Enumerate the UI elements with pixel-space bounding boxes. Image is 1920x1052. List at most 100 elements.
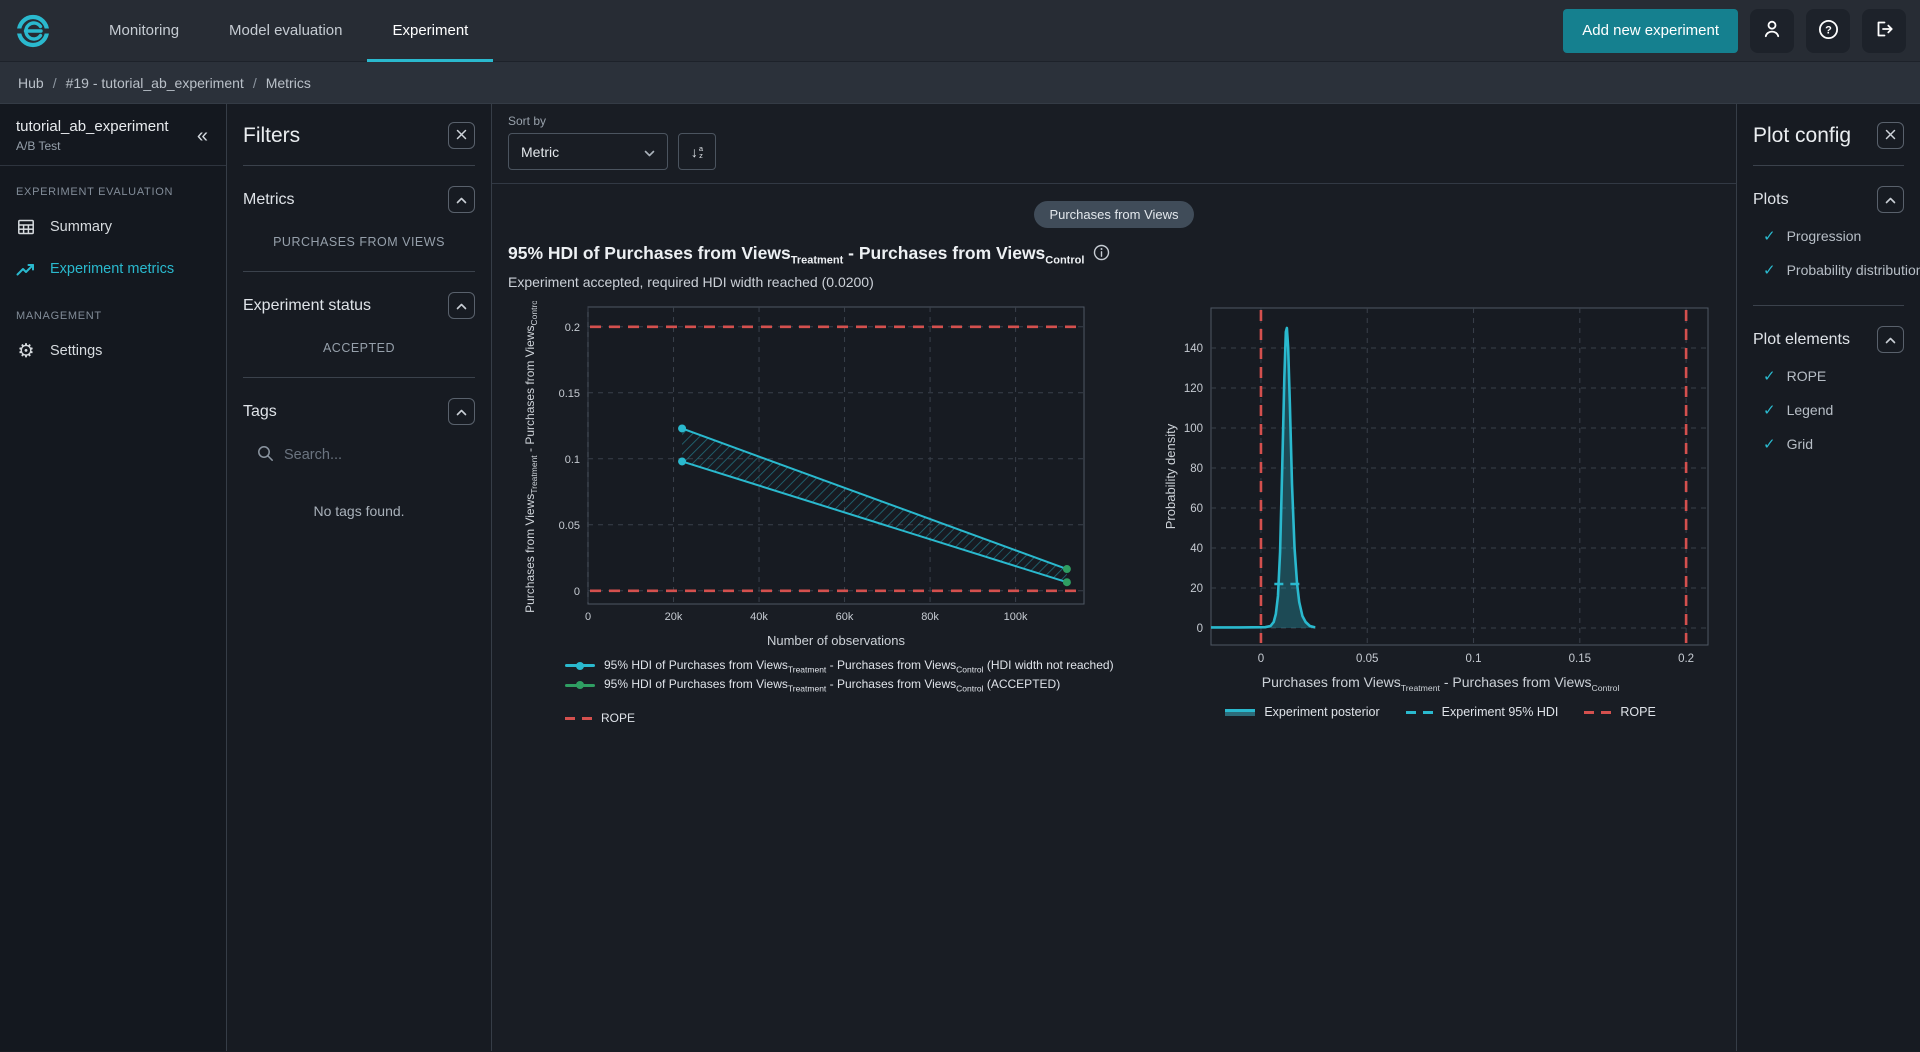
distribution-xlabel: Purchases from ViewsTreatment - Purchase… xyxy=(1161,674,1721,693)
tags-empty-state: No tags found. xyxy=(227,503,491,519)
plot-elements-section-header: Plot elements xyxy=(1753,331,1850,349)
svg-text:0.15: 0.15 xyxy=(559,387,580,399)
svg-text:140: 140 xyxy=(1183,343,1202,355)
metrics-main: Sort by Metric ↓ az Purchases from Views xyxy=(492,104,1736,1051)
chevron-up-icon xyxy=(456,192,467,207)
svg-text:0.2: 0.2 xyxy=(565,321,580,333)
toggle-legend[interactable]: ✓ Legend xyxy=(1737,395,1920,425)
svg-text:Probability density: Probability density xyxy=(1163,423,1178,529)
svg-text:20k: 20k xyxy=(665,611,683,623)
cyan-bar-swatch xyxy=(1225,709,1255,716)
nav-tab-model-evaluation[interactable]: Model evaluation xyxy=(204,0,367,62)
svg-text:0: 0 xyxy=(585,611,591,623)
svg-text:0.1: 0.1 xyxy=(1465,653,1481,663)
sidebar-item-summary[interactable]: Summary xyxy=(0,206,226,248)
user-account-button[interactable] xyxy=(1750,9,1794,53)
plot-config-close-button[interactable] xyxy=(1877,122,1904,149)
svg-text:100k: 100k xyxy=(1004,611,1028,623)
svg-text:Number of observations: Number of observations xyxy=(767,633,906,648)
check-icon: ✓ xyxy=(1763,435,1776,453)
filter-status-header: Experiment status xyxy=(243,297,371,315)
sidebar-item-label: Summary xyxy=(50,219,112,235)
top-nav: Monitoring Model evaluation Experiment A… xyxy=(0,0,1920,62)
svg-text:120: 120 xyxy=(1183,383,1202,395)
check-icon: ✓ xyxy=(1763,367,1776,385)
chevron-up-icon xyxy=(456,298,467,313)
plot-elements-collapse-button[interactable] xyxy=(1877,326,1904,353)
svg-text:0.05: 0.05 xyxy=(1356,653,1378,663)
legend-item-hdi-not-reached: 95% HDI of Purchases from ViewsTreatment… xyxy=(565,658,1114,674)
filters-title: Filters xyxy=(243,124,300,148)
sidebar-collapse-button[interactable]: « xyxy=(191,122,214,150)
filters-close-button[interactable] xyxy=(448,122,475,149)
check-icon: ✓ xyxy=(1763,401,1776,419)
tags-collapse-button[interactable] xyxy=(448,398,475,425)
cyan-line-swatch xyxy=(565,664,595,667)
svg-text:?: ? xyxy=(1825,24,1832,36)
sidebar-item-experiment-metrics[interactable]: Experiment metrics xyxy=(0,248,226,290)
nav-tab-experiment[interactable]: Experiment xyxy=(367,0,493,62)
info-icon[interactable] xyxy=(1093,244,1110,266)
breadcrumb-separator: / xyxy=(53,75,57,91)
trending-up-icon xyxy=(16,262,36,277)
toggle-progression[interactable]: ✓ Progression xyxy=(1737,221,1920,251)
breadcrumb-experiment[interactable]: #19 - tutorial_ab_experiment xyxy=(66,75,244,91)
svg-text:40: 40 xyxy=(1190,543,1203,555)
sort-by-select[interactable]: Metric xyxy=(508,133,668,170)
toggle-rope[interactable]: ✓ ROPE xyxy=(1737,361,1920,391)
breadcrumb-metrics[interactable]: Metrics xyxy=(266,75,311,91)
tags-search-input[interactable] xyxy=(284,447,434,463)
svg-text:0: 0 xyxy=(1257,653,1263,663)
nav-tab-monitoring[interactable]: Monitoring xyxy=(84,0,204,62)
distribution-plot: 00.050.10.150.2020406080100120140Probabi… xyxy=(1161,301,1721,666)
sort-direction-button[interactable]: ↓ az xyxy=(678,133,716,170)
svg-text:80: 80 xyxy=(1190,463,1203,475)
status-collapse-button[interactable] xyxy=(448,292,475,319)
sidebar-item-label: Experiment metrics xyxy=(50,261,174,277)
search-icon xyxy=(257,445,274,465)
breadcrumb-hub[interactable]: Hub xyxy=(18,75,44,91)
svg-text:Purchases from ViewsTreatment: Purchases from ViewsTreatment - Purchase… xyxy=(523,301,539,613)
svg-text:0.05: 0.05 xyxy=(559,519,580,531)
svg-text:60k: 60k xyxy=(836,611,854,623)
red-dash-swatch xyxy=(565,717,592,720)
red-dash-swatch xyxy=(1584,711,1611,714)
sort-by-label: Sort by xyxy=(508,114,1720,128)
plots-section-header: Plots xyxy=(1753,191,1789,209)
add-new-experiment-button[interactable]: Add new experiment xyxy=(1563,9,1738,53)
svg-text:60: 60 xyxy=(1190,503,1203,515)
plot-config-panel: Plot config Plots ✓ Progression xyxy=(1736,104,1920,1051)
toggle-grid[interactable]: ✓ Grid xyxy=(1737,429,1920,459)
cyan-dash-swatch xyxy=(1406,711,1433,714)
help-button[interactable]: ? xyxy=(1806,9,1850,53)
experiment-sidebar: tutorial_ab_experiment A/B Test « EXPERI… xyxy=(0,104,227,1051)
filters-panel: Filters Metrics PURCHASES FROM VIEWS Exp… xyxy=(227,104,492,1051)
filter-tags-header: Tags xyxy=(243,403,277,421)
sidebar-item-settings[interactable]: ⚙ Settings xyxy=(0,330,226,372)
chevron-up-icon xyxy=(1885,192,1896,207)
metrics-collapse-button[interactable] xyxy=(448,186,475,213)
user-icon xyxy=(1761,18,1783,43)
sidebar-section-evaluation: EXPERIMENT EVALUATION xyxy=(16,186,210,198)
svg-text:0.2: 0.2 xyxy=(1678,653,1694,663)
primary-nav-tabs: Monitoring Model evaluation Experiment xyxy=(84,0,493,62)
chevron-up-icon xyxy=(456,404,467,419)
table-icon xyxy=(16,218,36,236)
metric-chip[interactable]: Purchases from Views xyxy=(1034,201,1193,228)
distribution-chart: 00.050.10.150.2020406080100120140Probabi… xyxy=(1161,301,1721,726)
filter-metric-value[interactable]: PURCHASES FROM VIEWS xyxy=(235,235,483,249)
progression-plot: 020k40k60k80k100k00.050.10.150.2Number o… xyxy=(508,301,1114,654)
filter-status-value[interactable]: ACCEPTED xyxy=(235,341,483,355)
help-icon: ? xyxy=(1817,18,1840,44)
app-logo-icon[interactable] xyxy=(14,12,52,50)
distribution-legend: Experiment posterior Experiment 95% HDI … xyxy=(1161,705,1721,719)
green-line-swatch xyxy=(565,684,595,687)
progression-legend: 95% HDI of Purchases from ViewsTreatment… xyxy=(565,658,1114,726)
logout-button[interactable] xyxy=(1862,9,1906,53)
svg-text:80k: 80k xyxy=(921,611,939,623)
breadcrumb-separator: / xyxy=(253,75,257,91)
check-icon: ✓ xyxy=(1763,227,1776,245)
svg-text:0.15: 0.15 xyxy=(1568,653,1590,663)
toggle-probability-distribution[interactable]: ✓ Probability distribution xyxy=(1737,255,1920,285)
plots-collapse-button[interactable] xyxy=(1877,186,1904,213)
